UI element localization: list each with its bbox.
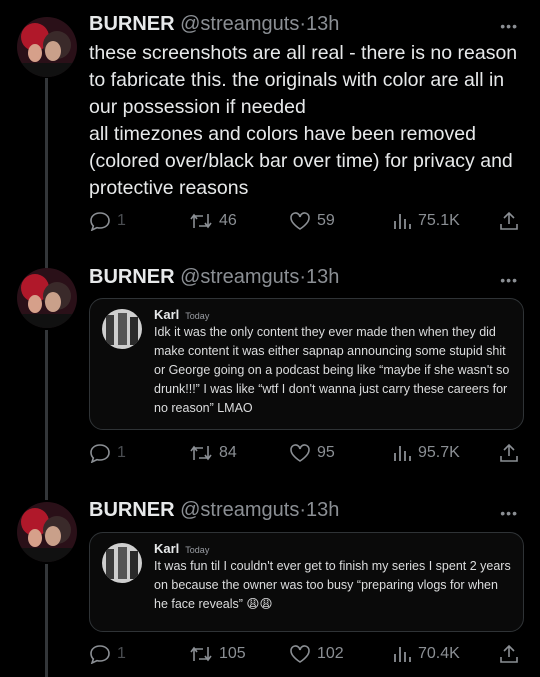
like-button[interactable]: 95	[289, 443, 335, 463]
card-author: Karl Today	[154, 541, 209, 556]
card-timestamp: Today	[185, 311, 210, 321]
card-timestamp: Today	[185, 545, 210, 555]
card-author-name: Karl	[154, 541, 180, 556]
display-name[interactable]: BURNER	[89, 499, 175, 521]
like-count: 95	[317, 444, 335, 461]
like-count: 102	[317, 645, 344, 662]
retweet-button[interactable]: 105	[189, 644, 246, 664]
heart-icon	[290, 645, 310, 663]
views-count: 95.7K	[418, 444, 460, 461]
avatar[interactable]	[17, 17, 77, 77]
card-author-name: Karl	[154, 307, 180, 322]
avatar[interactable]	[17, 502, 77, 562]
card-avatar	[102, 309, 142, 349]
like-count: 59	[317, 212, 335, 229]
reply-button[interactable]: 1	[89, 211, 126, 231]
display-name[interactable]: BURNER	[89, 266, 175, 288]
reply-icon	[90, 645, 110, 664]
reply-icon	[90, 212, 110, 231]
display-name[interactable]: BURNER	[89, 13, 175, 35]
retweet-count: 105	[219, 645, 246, 662]
reply-count: 1	[117, 212, 126, 229]
quoted-message-card[interactable]: Karl Today It was fun til I couldn't ever…	[89, 532, 524, 632]
more-options-icon[interactable]: •••	[500, 505, 518, 521]
share-icon	[500, 644, 518, 663]
views-button[interactable]: 70.4K	[392, 644, 460, 664]
like-button[interactable]: 102	[289, 644, 344, 664]
tweet-header: BURNER @streamguts·13h	[89, 13, 339, 36]
timestamp[interactable]: 13h	[306, 499, 339, 521]
analytics-icon	[394, 214, 411, 229]
user-handle[interactable]: @streamguts	[180, 499, 299, 521]
timestamp[interactable]: 13h	[306, 13, 339, 35]
action-bar: 1 105 102 70.4K	[89, 644, 525, 666]
analytics-icon	[394, 647, 411, 662]
tweet[interactable]: BURNER @streamguts·13h ••• these screens…	[0, 0, 540, 250]
tweet[interactable]: BURNER @streamguts·13h ••• Karl Today Idk…	[0, 252, 540, 482]
retweet-count: 84	[219, 444, 237, 461]
reply-count: 1	[117, 645, 126, 662]
heart-icon	[290, 444, 310, 462]
timestamp[interactable]: 13h	[306, 266, 339, 288]
retweet-button[interactable]: 84	[189, 443, 237, 463]
retweet-button[interactable]: 46	[189, 211, 237, 231]
share-button[interactable]	[499, 644, 519, 664]
share-icon	[500, 443, 518, 462]
tweet-text: these screenshots are all real - there i…	[89, 42, 518, 199]
share-button[interactable]	[499, 211, 519, 231]
reply-button[interactable]: 1	[89, 644, 126, 664]
tweet-header: BURNER @streamguts·13h	[89, 499, 339, 522]
retweet-icon	[190, 646, 212, 662]
analytics-icon	[394, 446, 411, 461]
retweet-icon	[190, 445, 212, 461]
retweet-icon	[190, 213, 212, 229]
views-count: 70.4K	[418, 645, 460, 662]
card-message: Idk it was the only content they ever ma…	[154, 325, 513, 415]
card-author: Karl Today	[154, 307, 209, 322]
reply-icon	[90, 444, 110, 463]
retweet-count: 46	[219, 212, 237, 229]
card-avatar	[102, 543, 142, 583]
views-count: 75.1K	[418, 212, 460, 229]
reply-button[interactable]: 1	[89, 443, 126, 463]
like-button[interactable]: 59	[289, 211, 335, 231]
share-icon	[500, 211, 518, 230]
views-button[interactable]: 75.1K	[392, 211, 460, 231]
tweet-header: BURNER @streamguts·13h	[89, 266, 339, 289]
reply-count: 1	[117, 444, 126, 461]
views-button[interactable]: 95.7K	[392, 443, 460, 463]
heart-icon	[290, 212, 310, 230]
action-bar: 1 46 59 75.1K	[89, 211, 525, 233]
avatar[interactable]	[17, 268, 77, 328]
more-options-icon[interactable]: •••	[500, 18, 518, 34]
action-bar: 1 84 95 95.7K	[89, 443, 525, 465]
card-message: It was fun til I couldn't ever get to fi…	[154, 559, 515, 611]
tweet[interactable]: BURNER @streamguts·13h ••• Karl Today It …	[0, 486, 540, 677]
user-handle[interactable]: @streamguts	[180, 266, 299, 288]
quoted-message-card[interactable]: Karl Today Idk it was the only content th…	[89, 298, 524, 430]
share-button[interactable]	[499, 443, 519, 463]
more-options-icon[interactable]: •••	[500, 272, 518, 288]
user-handle[interactable]: @streamguts	[180, 13, 299, 35]
